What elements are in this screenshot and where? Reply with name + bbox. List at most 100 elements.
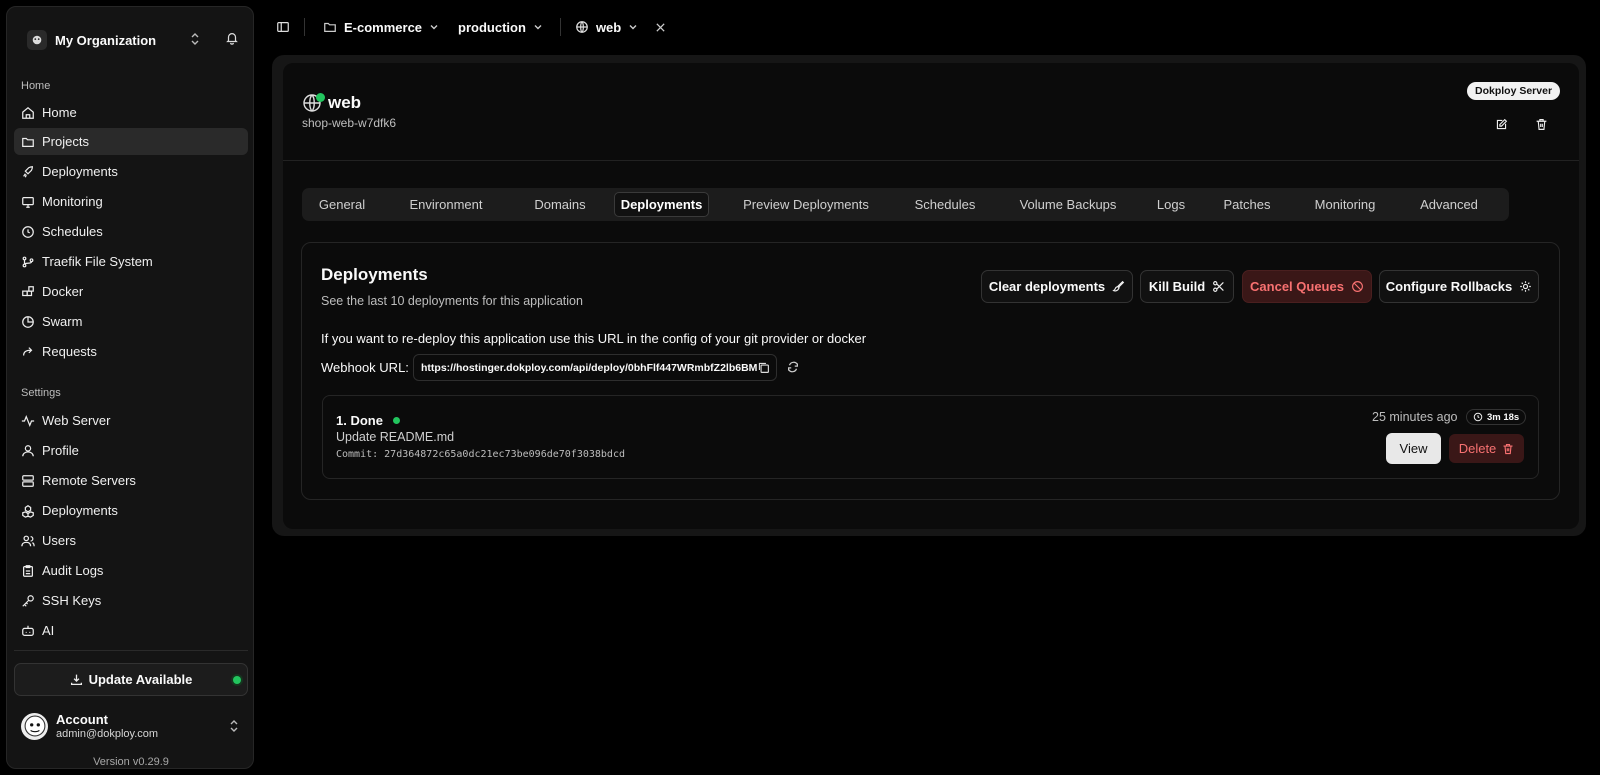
sidebar-item-home[interactable]: Home [14, 99, 248, 126]
sidebar-item-requests[interactable]: Requests [14, 338, 248, 365]
clear-deployments-label: Clear deployments [988, 279, 1106, 294]
tab-schedules[interactable]: Schedules [899, 192, 991, 217]
globe-icon [576, 21, 588, 33]
boxes-icon [22, 504, 34, 518]
delete-label: Delete [1458, 441, 1497, 456]
close-icon[interactable] [655, 22, 666, 33]
account-name: Account [56, 712, 108, 727]
chevron-down-icon [430, 25, 438, 30]
sidebar-item-users[interactable]: Users [14, 527, 248, 554]
project-selector[interactable]: E-commerce [323, 20, 440, 35]
configure-rollbacks-label: Configure Rollbacks [1385, 279, 1513, 294]
server-badge: Dokploy Server [1467, 82, 1561, 100]
service-selector[interactable]: web [575, 20, 639, 35]
deployment-duration-badge: 3m 18s [1466, 409, 1527, 425]
tab-logs[interactable]: Logs [1143, 192, 1199, 217]
tab-general[interactable]: General [306, 192, 378, 217]
org-name: My Organization [55, 32, 157, 48]
sidebar-item-profile[interactable]: Profile [14, 437, 248, 464]
view-deployment-button[interactable]: View [1386, 433, 1441, 464]
sidebar-item-label: Requests [42, 344, 97, 359]
sidebar-item-traefik[interactable]: Traefik File System [14, 248, 248, 275]
settings-section-label: Settings [21, 387, 61, 399]
sidebar-item-label: Deployments [42, 503, 118, 518]
folder-icon [22, 137, 34, 147]
tab-environment[interactable]: Environment [388, 192, 504, 217]
copy-icon[interactable] [757, 361, 770, 374]
sidebar-item-label: SSH Keys [42, 593, 102, 608]
git-branch-icon [22, 256, 34, 267]
sidebar-item-web-server[interactable]: Web Server [14, 407, 248, 434]
sidebar-item-label: AI [42, 623, 55, 638]
tab-volume-backups[interactable]: Volume Backups [1003, 192, 1133, 217]
globe-icon [302, 93, 325, 113]
configure-rollbacks-button[interactable]: Configure Rollbacks [1379, 270, 1539, 303]
bot-icon [22, 625, 34, 636]
top-bar: E-commerce production web [270, 14, 666, 40]
sidebar-item-monitoring[interactable]: Monitoring [14, 188, 248, 215]
ban-icon [1352, 281, 1363, 292]
edit-icon[interactable] [1490, 113, 1512, 135]
sidebar-item-ai[interactable]: AI [14, 617, 248, 644]
sidebar-item-label: Schedules [42, 224, 103, 239]
sidebar-item-audit-logs[interactable]: Audit Logs [14, 557, 248, 584]
sidebar-item-schedules[interactable]: Schedules [14, 218, 248, 245]
sidebar-toggle-icon[interactable] [276, 20, 290, 34]
card-title: Deployments [321, 265, 428, 284]
update-available-button[interactable]: Update Available [14, 663, 248, 696]
trash-icon[interactable] [1530, 113, 1552, 135]
tab-patches[interactable]: Patches [1209, 192, 1285, 217]
project-name: E-commerce [344, 19, 423, 35]
activity-icon [21, 414, 35, 427]
org-logo-icon [27, 30, 47, 50]
refresh-icon[interactable] [786, 360, 800, 374]
webhook-url-field[interactable]: https://hostinger.dokploy.com/api/deploy… [413, 354, 777, 381]
update-status-dot [233, 676, 241, 684]
tab-preview-deployments[interactable]: Preview Deployments [723, 192, 889, 217]
server-icon [22, 474, 34, 487]
org-switcher[interactable]: My Organization [19, 23, 247, 57]
deployment-status-label: 1. Done [336, 413, 383, 428]
status-dot [392, 417, 400, 424]
folder-icon [324, 22, 336, 32]
webhook-url: https://hostinger.dokploy.com/api/deploy… [421, 361, 758, 374]
gear-icon [1520, 281, 1531, 292]
tab-bar: General Environment Domains Deployments … [302, 188, 1509, 221]
sidebar-divider [14, 650, 248, 651]
sidebar-item-label: Remote Servers [42, 473, 136, 488]
sidebar-item-remote-servers[interactable]: Remote Servers [14, 467, 248, 494]
card-description: See the last 10 deployments for this app… [321, 294, 583, 308]
sidebar-item-label: Swarm [42, 314, 83, 329]
update-label: Update Available [88, 672, 193, 687]
sidebar: My Organization Home Home Projects Deplo… [6, 6, 254, 769]
running-status-dot [316, 93, 325, 102]
environment-name: production [458, 19, 526, 35]
sidebar-item-label: Monitoring [42, 194, 103, 209]
sidebar-item-docker[interactable]: Docker [14, 278, 248, 305]
pie-chart-icon [22, 315, 34, 328]
sidebar-item-deployments[interactable]: Deployments [14, 158, 248, 185]
deployment-message: Update README.md [336, 430, 455, 444]
delete-deployment-button[interactable]: Delete [1449, 434, 1524, 463]
account-menu[interactable]: Account admin@dokploy.com [14, 707, 248, 745]
tab-domains[interactable]: Domains [514, 192, 606, 217]
sidebar-item-settings-deployments[interactable]: Deployments [14, 497, 248, 524]
bell-icon[interactable] [225, 31, 239, 48]
deployment-commit: Commit: 27d364872c65a0dc21ec73be096de70f… [336, 449, 625, 460]
sidebar-item-ssh-keys[interactable]: SSH Keys [14, 587, 248, 614]
cancel-queues-button[interactable]: Cancel Queues [1242, 270, 1372, 303]
tab-advanced[interactable]: Advanced [1405, 192, 1493, 217]
environment-selector[interactable]: production [458, 20, 544, 35]
home-section-label: Home [21, 80, 51, 92]
topbar-divider [559, 18, 561, 36]
tab-monitoring[interactable]: Monitoring [1295, 192, 1395, 217]
sidebar-item-label: Users [42, 533, 76, 548]
sidebar-item-label: Docker [42, 284, 84, 299]
sidebar-item-projects[interactable]: Projects [14, 128, 248, 155]
clock-icon [22, 225, 34, 238]
clear-deployments-button[interactable]: Clear deployments [981, 270, 1133, 303]
tab-deployments[interactable]: Deployments [614, 192, 709, 217]
sidebar-item-swarm[interactable]: Swarm [14, 308, 248, 335]
deployment-time-ago: 25 minutes ago [1372, 410, 1458, 424]
kill-build-button[interactable]: Kill Build [1140, 270, 1234, 303]
